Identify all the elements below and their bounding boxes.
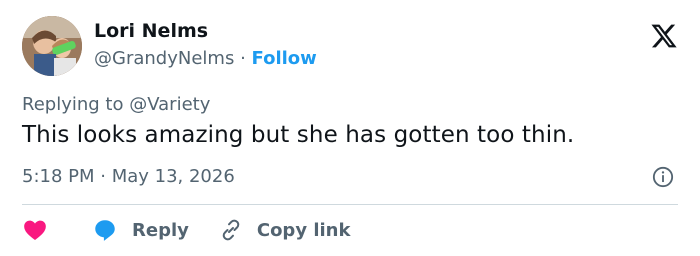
- action-bar: Reply Copy link: [22, 216, 350, 244]
- reply-label: Reply: [132, 219, 189, 241]
- avatar[interactable]: [22, 16, 82, 76]
- tweet-text: This looks amazing but she has gotten to…: [22, 122, 575, 148]
- copy-link-label: Copy link: [256, 219, 351, 241]
- follow-button[interactable]: Follow: [252, 48, 317, 69]
- link-icon: [222, 219, 240, 241]
- author-handle-row: @GrandyNelms · Follow: [94, 48, 317, 69]
- tweet-card: Lori Nelms @GrandyNelms · Follow Replyin…: [0, 0, 700, 256]
- author-name[interactable]: Lori Nelms: [94, 20, 208, 42]
- tweet-timestamp[interactable]: 5:18 PM · May 13, 2026: [22, 166, 235, 187]
- reply-button[interactable]: Reply: [92, 217, 189, 243]
- x-logo-icon[interactable]: [650, 22, 678, 50]
- replying-to-label: Replying to: [22, 94, 124, 115]
- author-handle[interactable]: @GrandyNelms: [94, 48, 234, 69]
- divider: [22, 204, 678, 205]
- copy-link-button[interactable]: Copy link: [189, 218, 351, 242]
- heart-icon[interactable]: [22, 217, 48, 243]
- replying-to: Replying to @Variety: [22, 94, 210, 115]
- reply-bubble-icon: [95, 220, 115, 241]
- replying-to-mention[interactable]: @Variety: [129, 94, 210, 115]
- separator-dot: ·: [240, 48, 246, 69]
- avatar-photo: [22, 16, 82, 76]
- info-icon[interactable]: [652, 166, 674, 188]
